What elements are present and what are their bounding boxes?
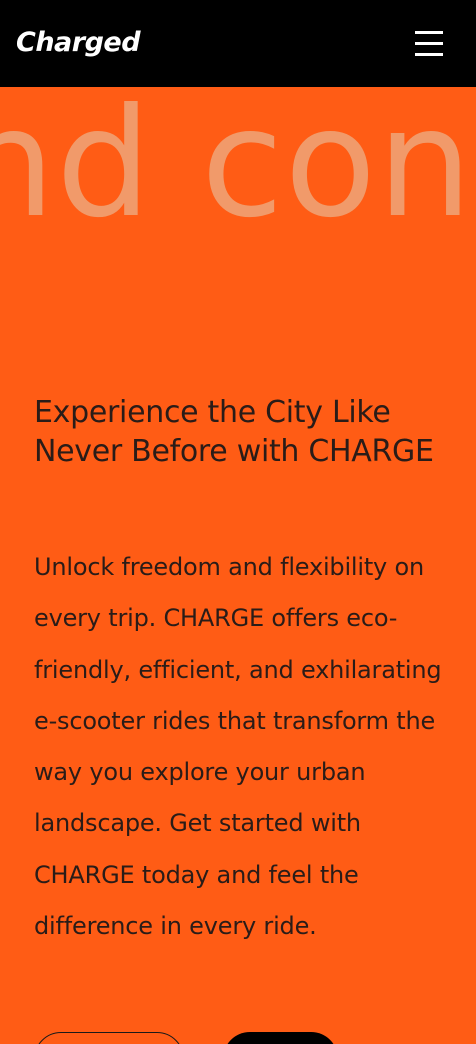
brand-logo[interactable]: Charged [16,23,141,63]
hero-section: nd conv Experience the City Like Never B… [0,87,476,1044]
menu-line [415,31,443,34]
hero-description: Unlock freedom and flexibility on every … [34,553,442,941]
menu-line [415,42,443,45]
primary-cta-button[interactable] [223,1032,338,1044]
secondary-cta-button[interactable] [34,1032,184,1044]
scrolling-marquee-text: nd conv [0,87,476,251]
top-navbar: Charged [0,0,476,87]
hamburger-menu-icon[interactable] [408,27,450,61]
menu-line [415,53,443,56]
hero-headline: Experience the City Like Never Before wi… [34,395,434,469]
